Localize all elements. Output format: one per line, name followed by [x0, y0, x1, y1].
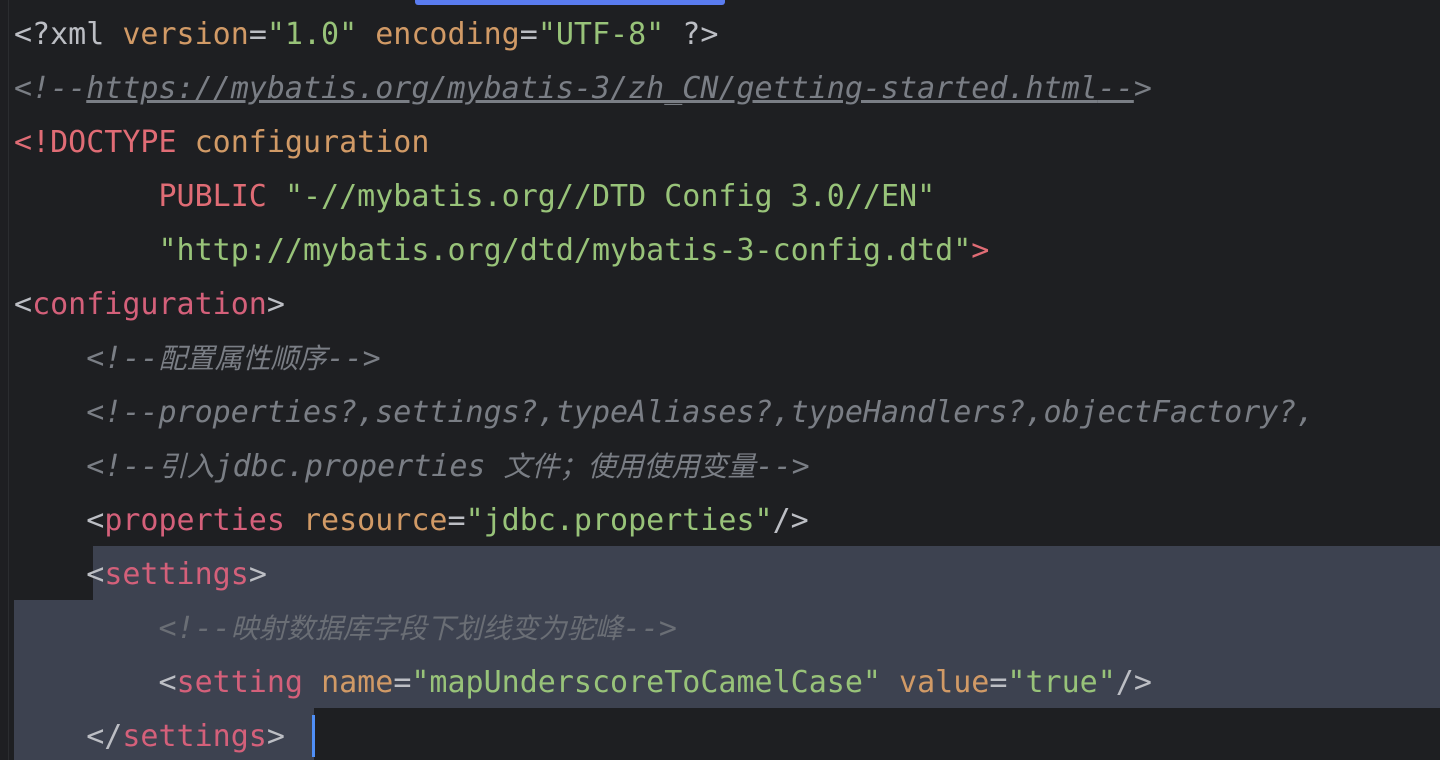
code-line-doctype-dtd: "http://mybatis.org/dtd/mybatis-3-config…: [14, 224, 990, 278]
code-token: <: [86, 503, 105, 538]
code-token: "jdbc.properties": [465, 503, 773, 538]
code-token: <?xml: [14, 17, 123, 52]
code-token: =: [393, 665, 412, 700]
code-token: https://mybatis.org/mybatis-3/zh_CN/gett…: [86, 71, 1098, 106]
code-token: =: [519, 17, 538, 52]
code-token: resource: [303, 503, 448, 538]
code-token: -->: [622, 611, 677, 646]
code-token: >: [266, 719, 285, 754]
code-token: "http://mybatis.org/dtd/mybatis-3-config…: [158, 233, 972, 268]
code-token: <: [86, 557, 105, 592]
code-token: =: [248, 17, 267, 52]
code-token: "true": [1007, 665, 1116, 700]
code-token: 引入: [158, 450, 215, 483]
code-token: 配置属性顺序: [158, 342, 327, 375]
code-line-setting-tag: <setting name="mapUnderscoreToCamelCase"…: [14, 656, 1152, 710]
code-line-settings-open: <settings>: [14, 548, 267, 602]
code-token: "UTF-8": [537, 17, 665, 52]
code-token: version: [122, 17, 249, 52]
code-token: 映射数据库字段下划线变为驼峰: [230, 612, 623, 645]
code-token: <!DOCTYPE: [14, 125, 195, 160]
code-token: >: [248, 557, 267, 592]
code-token: name: [321, 665, 394, 700]
code-token: =: [447, 503, 466, 538]
code-token: settings: [104, 557, 249, 592]
code-editor[interactable]: <?xml version="1.0" encoding="UTF-8" ?> <…: [0, 0, 1440, 760]
code-token: <: [158, 665, 177, 700]
code-token: <!--: [86, 449, 159, 484]
code-token: value: [899, 665, 990, 700]
code-token: jdbc.properties: [214, 449, 504, 484]
code-line-comment-props: <!--properties?,settings?,typeAliases?,t…: [14, 386, 1314, 440]
code-line-settings-close: </settings>: [14, 710, 285, 760]
code-token: <!--: [158, 611, 231, 646]
code-token: <!--: [14, 71, 87, 106]
code-token: "-//mybatis.org//DTD Config 3.0//EN": [284, 179, 936, 214]
code-token: />: [1115, 665, 1152, 700]
code-token: -->: [326, 341, 381, 376]
code-token: "mapUnderscoreToCamelCase": [411, 665, 881, 700]
code-token: setting: [176, 665, 303, 700]
code-token: encoding: [375, 17, 520, 52]
code-token: >: [1133, 71, 1152, 106]
code-token: configuration: [32, 287, 267, 322]
gutter-divider: [8, 0, 9, 760]
code-token: --: [1097, 71, 1134, 106]
code-token: properties: [104, 503, 285, 538]
code-token: PUBLIC: [158, 179, 267, 214]
code-token: <!--: [86, 341, 159, 376]
code-line-config-open: <configuration>: [14, 278, 285, 332]
code-line-doctype-public: PUBLIC "-//mybatis.org//DTD Config 3.0//…: [14, 170, 936, 224]
code-line-comment-camel: <!--映射数据库字段下划线变为驼峰-->: [14, 602, 677, 656]
code-token: </: [86, 719, 123, 754]
code-line-comment-order: <!--配置属性顺序-->: [14, 332, 381, 386]
code-token: <!--properties?,settings?,typeAliases?,t…: [86, 395, 1315, 430]
code-token: ?>: [664, 17, 719, 52]
code-token: <: [14, 287, 33, 322]
code-line-doctype: <!DOCTYPE configuration: [14, 116, 429, 170]
text-cursor: [312, 715, 315, 757]
code-line-comment-jdbc: <!--引入jdbc.properties 文件；使用使用变量-->: [14, 440, 810, 494]
code-token: =: [989, 665, 1008, 700]
code-line-url-comment: <!--https://mybatis.org/mybatis-3/zh_CN/…: [14, 62, 1152, 116]
code-token: />: [772, 503, 809, 538]
code-token: >: [971, 233, 990, 268]
code-token: configuration: [194, 125, 430, 160]
code-token: "1.0": [266, 17, 358, 52]
selection-highlight: [93, 546, 1440, 600]
code-line-xml-decl: <?xml version="1.0" encoding="UTF-8" ?>: [14, 8, 718, 62]
code-token: >: [266, 287, 285, 322]
code-token: 文件；使用使用变量: [503, 450, 756, 483]
horizontal-scrollbar-thumb[interactable]: [415, 0, 725, 5]
code-line-properties-tag: <properties resource="jdbc.properties"/>: [14, 494, 809, 548]
code-token: settings: [122, 719, 267, 754]
code-token: -->: [755, 449, 810, 484]
